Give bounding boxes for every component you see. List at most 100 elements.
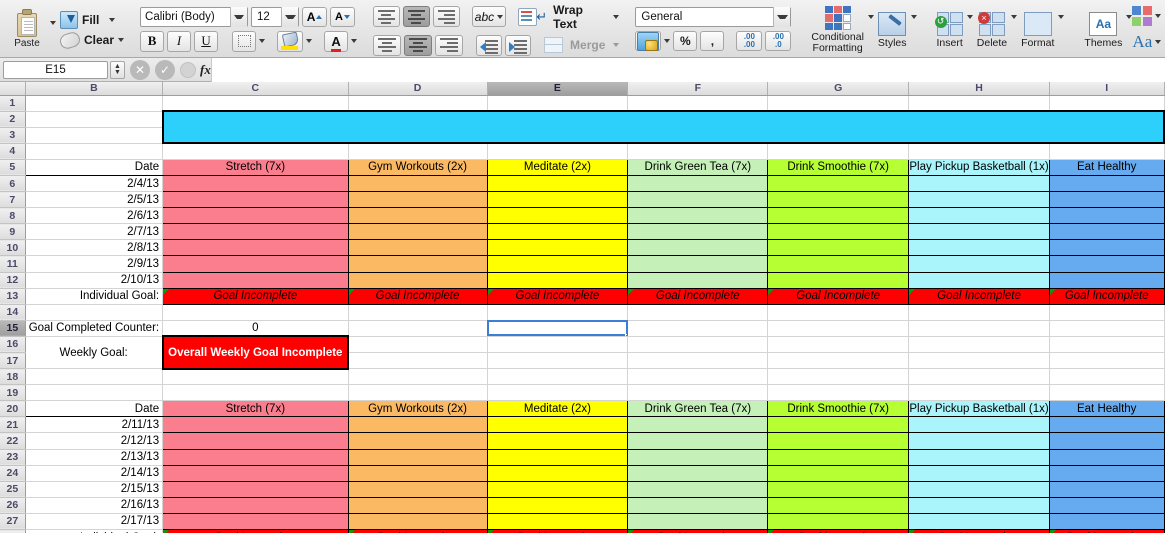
column-header-C[interactable]: C xyxy=(162,82,349,96)
cell-D17[interactable] xyxy=(348,352,488,370)
week2-entry-r1-c7[interactable] xyxy=(1048,416,1165,434)
cell-F4[interactable] xyxy=(627,143,769,160)
week2-entry-r2-c2[interactable] xyxy=(347,432,488,450)
week1-entry-r7-c5[interactable] xyxy=(767,272,910,289)
week1-date-7[interactable]: 2/10/13 xyxy=(25,272,164,289)
week1-entry-r4-c5[interactable] xyxy=(767,223,910,241)
week1-entry-r6-c4[interactable] xyxy=(627,255,769,273)
week2-individual-goal-label[interactable]: Individual Goal: xyxy=(25,529,164,533)
week1-entry-r3-c2[interactable] xyxy=(347,207,488,225)
cell-B3[interactable] xyxy=(25,127,164,144)
week1-entry-r1-c5[interactable] xyxy=(767,175,910,193)
cell-G15[interactable] xyxy=(767,320,910,337)
week1-goal-status-3[interactable]: Goal Incomplete xyxy=(486,287,629,305)
week2-goal-status-2[interactable]: Goal Incomplete xyxy=(347,529,488,533)
row-header-1[interactable]: 1 xyxy=(0,95,26,112)
week1-entry-r7-c4[interactable] xyxy=(627,272,769,289)
week1-entry-r2-c5[interactable] xyxy=(767,191,910,209)
font-size-input[interactable]: 12 xyxy=(251,6,300,27)
row-header-21[interactable]: 21 xyxy=(0,416,26,434)
week1-goal-status-5[interactable]: Goal Incomplete xyxy=(767,287,910,305)
row-header-2[interactable]: 2 xyxy=(0,111,26,128)
cell-I1[interactable] xyxy=(1049,95,1165,112)
week1-entry-r3-c6[interactable] xyxy=(908,207,1050,225)
week2-entry-r7-c4[interactable] xyxy=(627,513,769,531)
row-header-15[interactable]: 15 xyxy=(0,320,26,337)
column-header-I[interactable]: I xyxy=(1049,82,1165,96)
cell-E14[interactable] xyxy=(487,304,629,321)
accept-icon[interactable]: ✓ xyxy=(155,59,175,80)
paste-dropdown-icon[interactable] xyxy=(50,21,56,25)
week1-entry-r4-c2[interactable] xyxy=(347,223,488,241)
selected-cell-E15[interactable] xyxy=(487,320,629,337)
week1-entry-r3-c1[interactable] xyxy=(162,207,349,225)
week1-entry-r5-c2[interactable] xyxy=(347,239,488,257)
week1-entry-r4-c1[interactable] xyxy=(162,223,349,241)
font-name-dropdown-icon[interactable] xyxy=(230,6,248,27)
row-header-22[interactable]: 22 xyxy=(0,432,26,450)
row-header-5[interactable]: 5 xyxy=(0,159,26,176)
cell-F18[interactable] xyxy=(627,368,769,386)
week2-goal-status-1[interactable]: Goal Incomplete xyxy=(162,529,349,533)
week2-entry-r3-c5[interactable] xyxy=(767,449,910,466)
week2-entry-r4-c5[interactable] xyxy=(767,465,910,482)
week1-entry-r4-c7[interactable] xyxy=(1048,223,1165,241)
cell-C1[interactable] xyxy=(162,95,349,112)
fill-button[interactable]: Fill xyxy=(60,10,124,29)
week2-goal-header-6[interactable]: Play Pickup Basketball (1x) xyxy=(908,400,1050,418)
column-header-E[interactable]: E xyxy=(487,82,629,96)
week1-entry-r1-c4[interactable] xyxy=(627,175,769,193)
increase-decimal-button[interactable]: .00.00 xyxy=(736,31,763,51)
week2-entry-r5-c3[interactable] xyxy=(486,481,629,498)
cell-F16[interactable] xyxy=(627,336,769,354)
week2-goal-status-3[interactable]: Goal Incomplete xyxy=(486,529,629,533)
column-header-B[interactable]: B xyxy=(25,82,164,96)
week2-goal-status-7[interactable]: Goal Incomplete xyxy=(1048,529,1165,533)
week2-entry-r1-c1[interactable] xyxy=(162,416,349,434)
cell-D14[interactable] xyxy=(348,304,488,321)
week1-entry-r6-c2[interactable] xyxy=(347,255,488,273)
week1-entry-r6-c1[interactable] xyxy=(162,255,349,273)
week1-entry-r7-c3[interactable] xyxy=(486,272,629,289)
format-button[interactable]: Format xyxy=(1017,1,1058,57)
week1-entry-r5-c7[interactable] xyxy=(1048,239,1165,257)
merge-dropdown-icon[interactable] xyxy=(613,43,620,47)
week2-entry-r1-c3[interactable] xyxy=(486,416,629,434)
cell-D4[interactable] xyxy=(348,143,488,160)
week2-entry-r4-c1[interactable] xyxy=(162,465,349,482)
week2-entry-r6-c1[interactable] xyxy=(162,497,349,514)
cell-C4[interactable] xyxy=(162,143,349,160)
row-header-13[interactable]: 13 xyxy=(0,288,26,305)
week2-entry-r1-c6[interactable] xyxy=(908,416,1050,434)
fonts-theme-icon[interactable]: Aa xyxy=(1132,32,1152,52)
font-name-input[interactable]: Calibri (Body) xyxy=(140,6,249,27)
week1-goal-header-2[interactable]: Gym Workouts (2x) xyxy=(347,158,488,176)
row-header-17[interactable]: 17 xyxy=(0,352,26,370)
increase-indent-button[interactable] xyxy=(505,34,532,56)
week2-entry-r3-c7[interactable] xyxy=(1048,449,1165,466)
week1-goal-status-7[interactable]: Goal Incomplete xyxy=(1048,287,1165,305)
fill-color-button[interactable] xyxy=(277,30,304,52)
cell-H14[interactable] xyxy=(908,304,1050,321)
week1-entry-r3-c7[interactable] xyxy=(1048,207,1165,225)
cancel-icon[interactable]: ✕ xyxy=(130,59,150,80)
week2-date-7[interactable]: 2/17/13 xyxy=(25,513,164,531)
row-header-26[interactable]: 26 xyxy=(0,497,26,514)
cell-G18[interactable] xyxy=(767,368,910,386)
align-middle-button[interactable] xyxy=(402,6,430,27)
row-header-8[interactable]: 8 xyxy=(0,207,26,225)
week2-entry-r2-c4[interactable] xyxy=(627,432,769,450)
week2-entry-r2-c6[interactable] xyxy=(908,432,1050,450)
row-header-24[interactable]: 24 xyxy=(0,465,26,482)
cell-E19[interactable] xyxy=(487,384,629,402)
name-box-spinner[interactable]: ▲ ▼ xyxy=(110,60,125,79)
borders-button[interactable] xyxy=(232,30,257,52)
week2-entry-r6-c4[interactable] xyxy=(627,497,769,514)
sheet-title[interactable] xyxy=(161,110,1165,145)
weekly-goal-label[interactable]: Weekly Goal: xyxy=(25,336,164,370)
italic-button[interactable]: I xyxy=(167,30,192,52)
week2-entry-r5-c2[interactable] xyxy=(347,481,488,498)
row-header-9[interactable]: 9 xyxy=(0,223,26,241)
week1-entry-r2-c3[interactable] xyxy=(486,191,629,209)
currency-dropdown-icon[interactable] xyxy=(664,39,671,43)
